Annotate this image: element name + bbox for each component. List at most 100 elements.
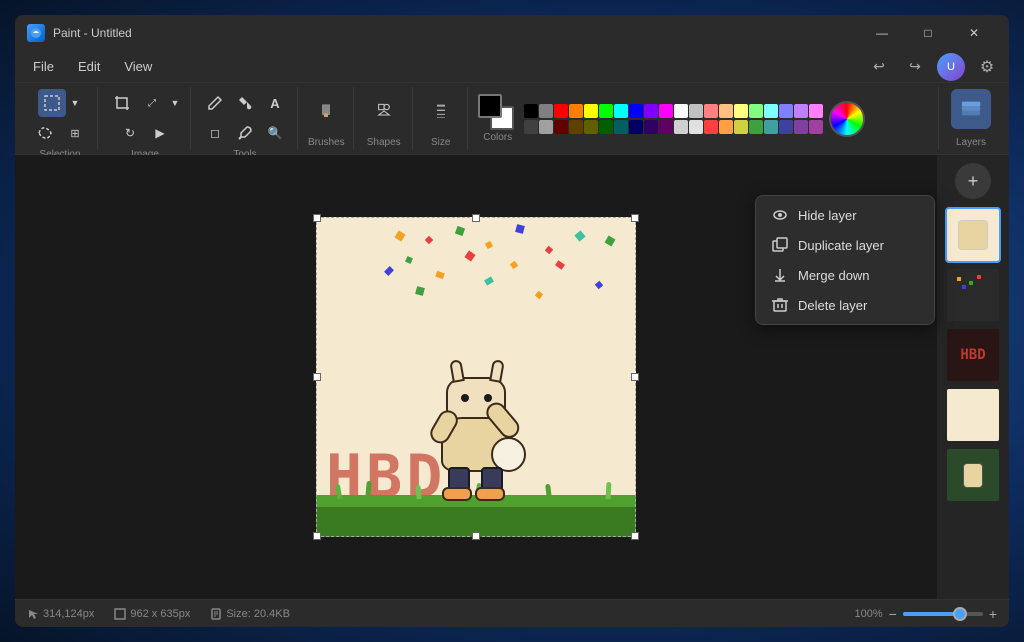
rect-select-tool[interactable] bbox=[38, 89, 66, 117]
app-icon bbox=[27, 24, 45, 42]
color-swatch[interactable] bbox=[569, 120, 583, 134]
dimensions-display: 962 x 635px bbox=[114, 608, 190, 620]
color-swatch[interactable] bbox=[614, 120, 628, 134]
color-preview[interactable] bbox=[478, 94, 514, 130]
zoom-tool[interactable]: 🔍 bbox=[261, 119, 289, 147]
eraser-tool[interactable]: ◻ bbox=[201, 119, 229, 147]
color-swatch[interactable] bbox=[779, 120, 793, 134]
canvas[interactable]: HBD bbox=[316, 217, 636, 537]
menu-view[interactable]: View bbox=[114, 55, 162, 78]
color-swatch[interactable] bbox=[674, 120, 688, 134]
color-swatch[interactable] bbox=[539, 120, 553, 134]
toolbar-group-colors: Colors bbox=[470, 87, 939, 150]
color-swatch[interactable] bbox=[659, 120, 673, 134]
pencil-tool[interactable] bbox=[201, 89, 229, 117]
close-button[interactable]: ✕ bbox=[951, 15, 997, 51]
undo-button[interactable]: ↩ bbox=[865, 53, 893, 81]
window-controls: — □ ✕ bbox=[859, 15, 997, 51]
color-swatch[interactable] bbox=[629, 120, 643, 134]
color-swatch[interactable] bbox=[704, 104, 718, 118]
color-swatch[interactable] bbox=[734, 120, 748, 134]
toolbar-group-brushes: Brushes bbox=[300, 87, 354, 150]
color-swatch[interactable] bbox=[749, 120, 763, 134]
zoom-slider-thumb[interactable] bbox=[953, 607, 967, 621]
color-swatch[interactable] bbox=[614, 104, 628, 118]
color-swatch[interactable] bbox=[644, 120, 658, 134]
image-dropdown[interactable]: ▼ bbox=[168, 89, 182, 117]
settings-button[interactable]: ⚙ bbox=[973, 53, 1001, 81]
toolbar-group-selection: ▼ ⊞ Selection bbox=[23, 87, 98, 150]
menu-edit[interactable]: Edit bbox=[68, 55, 110, 78]
color-swatch[interactable] bbox=[719, 120, 733, 134]
color-swatch[interactable] bbox=[554, 120, 568, 134]
fill-tool[interactable] bbox=[231, 89, 259, 117]
resize-tool[interactable]: ⤢ bbox=[138, 89, 166, 117]
color-swatch[interactable] bbox=[659, 104, 673, 118]
color-swatch[interactable] bbox=[734, 104, 748, 118]
color-swatch[interactable] bbox=[644, 104, 658, 118]
maximize-button[interactable]: □ bbox=[905, 15, 951, 51]
layer-item-2[interactable] bbox=[945, 267, 1001, 323]
redo-button[interactable]: ↪ bbox=[901, 53, 929, 81]
color-swatch[interactable] bbox=[539, 104, 553, 118]
color-swatch[interactable] bbox=[704, 120, 718, 134]
zoom-slider-track[interactable] bbox=[903, 612, 983, 616]
color-swatch[interactable] bbox=[719, 104, 733, 118]
shapes-tool[interactable] bbox=[364, 89, 404, 133]
color-swatch[interactable] bbox=[599, 120, 613, 134]
minimize-button[interactable]: — bbox=[859, 15, 905, 51]
layer-item-4[interactable] bbox=[945, 387, 1001, 443]
ctx-hide-layer[interactable]: Hide layer bbox=[756, 200, 934, 230]
select-dropdown[interactable]: ▼ bbox=[68, 89, 82, 117]
color-swatch[interactable] bbox=[809, 104, 823, 118]
color-swatch[interactable] bbox=[554, 104, 568, 118]
ctx-delete-layer[interactable]: Delete layer bbox=[756, 290, 934, 320]
layers-button[interactable] bbox=[951, 89, 991, 129]
color-swatch[interactable] bbox=[809, 120, 823, 134]
color-swatch[interactable] bbox=[584, 104, 598, 118]
titlebar: Paint - Untitled — □ ✕ bbox=[15, 15, 1009, 51]
brush-tool[interactable] bbox=[308, 89, 344, 133]
color-swatch[interactable] bbox=[524, 104, 538, 118]
toolbar-group-shapes: Shapes bbox=[356, 87, 413, 150]
select-color-tool[interactable]: ▶ bbox=[146, 119, 174, 147]
file-size-display: Size: 20.4KB bbox=[210, 608, 290, 620]
color-swatch[interactable] bbox=[629, 104, 643, 118]
color-picker-tool[interactable] bbox=[231, 119, 259, 147]
add-layer-button[interactable]: + bbox=[955, 163, 991, 199]
layer-item-3[interactable]: HBD bbox=[945, 327, 1001, 383]
color-wheel[interactable] bbox=[829, 101, 865, 137]
color-swatch[interactable] bbox=[674, 104, 688, 118]
text-tool[interactable]: A bbox=[261, 89, 289, 117]
color-swatch[interactable] bbox=[584, 120, 598, 134]
toolbar-group-size: Size bbox=[415, 87, 468, 150]
layer-item-5[interactable] bbox=[945, 447, 1001, 503]
color-swatch[interactable] bbox=[794, 120, 808, 134]
shapes-label: Shapes bbox=[367, 137, 401, 148]
ctx-merge-down[interactable]: Merge down bbox=[756, 260, 934, 290]
menu-actions: ↩ ↪ U ⚙ bbox=[865, 53, 1001, 81]
zoom-out-button[interactable]: − bbox=[889, 606, 897, 622]
color-swatch[interactable] bbox=[569, 104, 583, 118]
size-tool[interactable] bbox=[423, 89, 459, 133]
rotate-tool[interactable]: ↻ bbox=[116, 119, 144, 147]
toolbar-group-layers: Layers bbox=[941, 87, 1001, 150]
zoom-in-button[interactable]: + bbox=[989, 606, 997, 622]
color-swatch[interactable] bbox=[749, 104, 763, 118]
freeform-select-tool[interactable] bbox=[31, 119, 59, 147]
primary-color[interactable] bbox=[478, 94, 502, 118]
color-swatch[interactable] bbox=[794, 104, 808, 118]
layer-item-1[interactable] bbox=[945, 207, 1001, 263]
color-swatch[interactable] bbox=[779, 104, 793, 118]
color-swatch[interactable] bbox=[689, 120, 703, 134]
ctx-duplicate-layer[interactable]: Duplicate layer bbox=[756, 230, 934, 260]
menu-file[interactable]: File bbox=[23, 55, 64, 78]
color-swatch[interactable] bbox=[764, 104, 778, 118]
color-swatch[interactable] bbox=[689, 104, 703, 118]
crop-tool[interactable] bbox=[108, 89, 136, 117]
color-swatch[interactable] bbox=[524, 120, 538, 134]
color-swatch[interactable] bbox=[599, 104, 613, 118]
select-all-tool[interactable]: ⊞ bbox=[61, 119, 89, 147]
color-swatch[interactable] bbox=[764, 120, 778, 134]
ctx-hide-label: Hide layer bbox=[798, 208, 857, 223]
